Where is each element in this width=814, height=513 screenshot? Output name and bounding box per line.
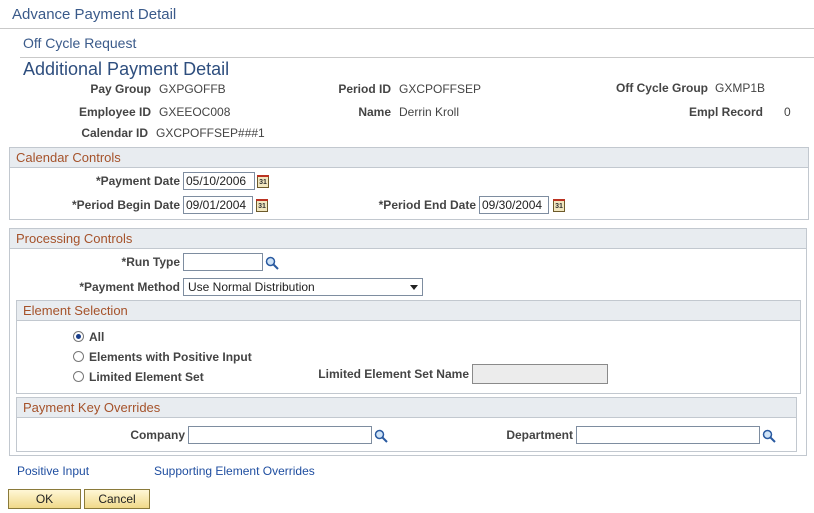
radio-all-label: All	[89, 330, 105, 344]
company-input[interactable]	[188, 426, 372, 444]
name-label: Name	[358, 105, 391, 119]
payment-date-input[interactable]	[183, 172, 255, 190]
department-label: Department	[506, 428, 573, 442]
department-input[interactable]	[576, 426, 760, 444]
positive-input-link[interactable]: Positive Input	[17, 464, 89, 478]
payment-method-label: *Payment Method	[79, 280, 180, 294]
radio-limited-element-set[interactable]	[73, 371, 84, 382]
company-label: Company	[130, 428, 185, 442]
period-begin-date-label: *Period Begin Date	[71, 198, 180, 212]
processing-controls-title: Processing Controls	[10, 229, 806, 249]
magnifier-icon[interactable]	[265, 256, 279, 270]
calendar-icon[interactable]: 31	[553, 199, 565, 212]
employee-id-label: Employee ID	[78, 105, 151, 119]
period-end-date-input[interactable]	[479, 196, 549, 214]
page-title: Advance Payment Detail	[12, 6, 177, 23]
off-cycle-group-value: GXMP1B	[715, 81, 766, 95]
period-id-label: Period ID	[338, 82, 391, 96]
radio-limited-element-set-label: Limited Element Set	[89, 370, 204, 384]
limited-element-set-name-input[interactable]	[472, 364, 608, 384]
subtitle: Off Cycle Request	[23, 35, 137, 51]
chevron-down-icon[interactable]	[410, 285, 418, 290]
empl-record-label: Empl Record	[688, 105, 763, 119]
employee-id-value: GXEEOC008	[159, 105, 231, 119]
cancel-button[interactable]: Cancel	[84, 489, 150, 509]
empl-record-value: 0	[784, 105, 791, 119]
pay-group-label: Pay Group	[90, 82, 151, 96]
pay-group-value: GXPGOFFB	[159, 82, 226, 96]
magnifier-icon[interactable]	[762, 429, 776, 443]
calendar-id-label: Calendar ID	[81, 126, 148, 140]
payment-method-select[interactable]: Use Normal Distribution	[183, 278, 423, 296]
subtitle-divider	[20, 57, 814, 58]
period-begin-date-input[interactable]	[183, 196, 253, 214]
ok-button[interactable]: OK	[8, 489, 81, 509]
element-selection-title: Element Selection	[17, 301, 800, 321]
payment-method-selected: Use Normal Distribution	[188, 280, 315, 294]
run-type-input[interactable]	[183, 253, 263, 271]
off-cycle-group-label: Off Cycle Group	[615, 81, 708, 95]
run-type-label: *Run Type	[121, 255, 180, 269]
header-divider	[0, 28, 814, 29]
radio-all[interactable]	[73, 331, 84, 342]
limited-element-set-name-label: Limited Element Set Name	[318, 367, 469, 381]
name-value: Derrin Kroll	[399, 105, 460, 119]
radio-elements-positive-input[interactable]	[73, 351, 84, 362]
radio-elements-positive-input-label: Elements with Positive Input	[89, 350, 252, 364]
period-end-date-label: *Period End Date	[378, 198, 476, 212]
payment-key-overrides-title: Payment Key Overrides	[17, 398, 796, 418]
main-title: Additional Payment Detail	[23, 59, 230, 79]
calendar-controls-title: Calendar Controls	[10, 148, 808, 168]
supporting-element-overrides-link[interactable]: Supporting Element Overrides	[154, 464, 315, 478]
calendar-icon[interactable]: 31	[256, 199, 268, 212]
period-id-value: GXCPOFFSEP	[399, 82, 482, 96]
magnifier-icon[interactable]	[374, 429, 388, 443]
calendar-id-value: GXCPOFFSEP###1	[156, 126, 265, 140]
calendar-icon[interactable]: 31	[257, 175, 269, 188]
payment-date-label: *Payment Date	[95, 174, 180, 188]
